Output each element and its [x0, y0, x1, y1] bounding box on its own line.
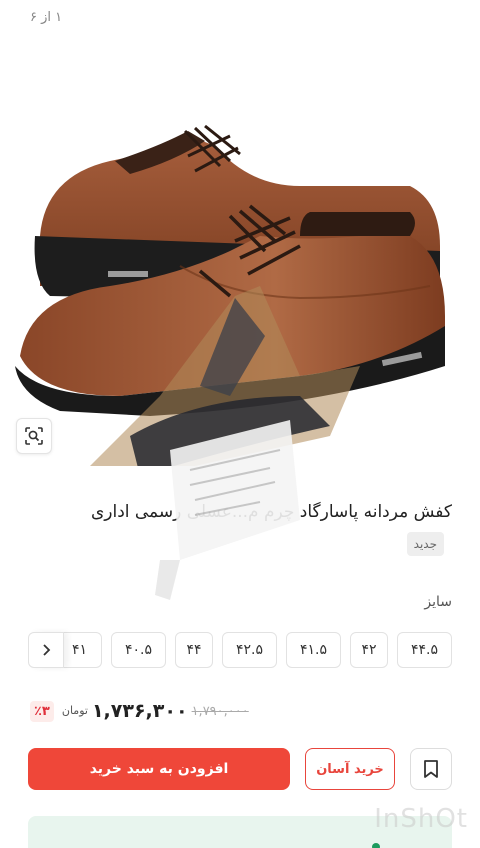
size-chip[interactable]: ۴۴: [175, 632, 213, 668]
shoe-illustration: [15, 124, 445, 466]
new-badge: جدید: [406, 532, 444, 556]
size-chip[interactable]: ۴۴.۵: [397, 632, 452, 668]
image-search-button[interactable]: [16, 418, 52, 454]
sizes-scroll-button[interactable]: [28, 632, 64, 668]
info-dot: [372, 843, 380, 848]
size-chip[interactable]: ۴۱: [58, 632, 102, 668]
size-selector: ۴۴.۵ ۴۲ ۴۱.۵ ۴۲.۵ ۴۴ ۴۰.۵ ۴۱: [28, 632, 452, 668]
image-counter: ۱ از ۶: [30, 10, 63, 25]
add-to-cart-button[interactable]: افزودن به سبد خرید: [28, 748, 290, 790]
product-image[interactable]: [0, 36, 480, 466]
size-chip[interactable]: ۴۲.۵: [222, 632, 277, 668]
bookmark-button[interactable]: [410, 748, 452, 790]
chevron-right-icon: [43, 644, 51, 656]
watermark: InShOt: [374, 804, 468, 834]
size-chip[interactable]: ۴۲: [350, 632, 388, 668]
current-price: ۱,۷۳۶,۳۰۰: [91, 700, 188, 722]
bookmark-icon: [424, 760, 438, 778]
size-chip[interactable]: ۴۱.۵: [286, 632, 341, 668]
product-title: کفش مردانه پاسارگاد چرم م...عسلی رسمی اد…: [60, 496, 452, 560]
old-price: ۱,۷۹۰,۰۰۰: [191, 703, 249, 719]
size-chip[interactable]: ۴۰.۵: [111, 632, 166, 668]
size-label: سایز: [424, 594, 452, 610]
currency-label: تومان: [61, 704, 88, 717]
image-search-icon: [25, 427, 43, 445]
easy-buy-button[interactable]: خرید آسان: [305, 748, 395, 790]
price-row: ٪۳ تومان ۱,۷۳۶,۳۰۰ ۱,۷۹۰,۰۰۰: [30, 696, 249, 726]
product-title-text: کفش مردانه پاسارگاد چرم م...عسلی رسمی اد…: [90, 502, 452, 522]
discount-badge: ٪۳: [30, 700, 54, 722]
